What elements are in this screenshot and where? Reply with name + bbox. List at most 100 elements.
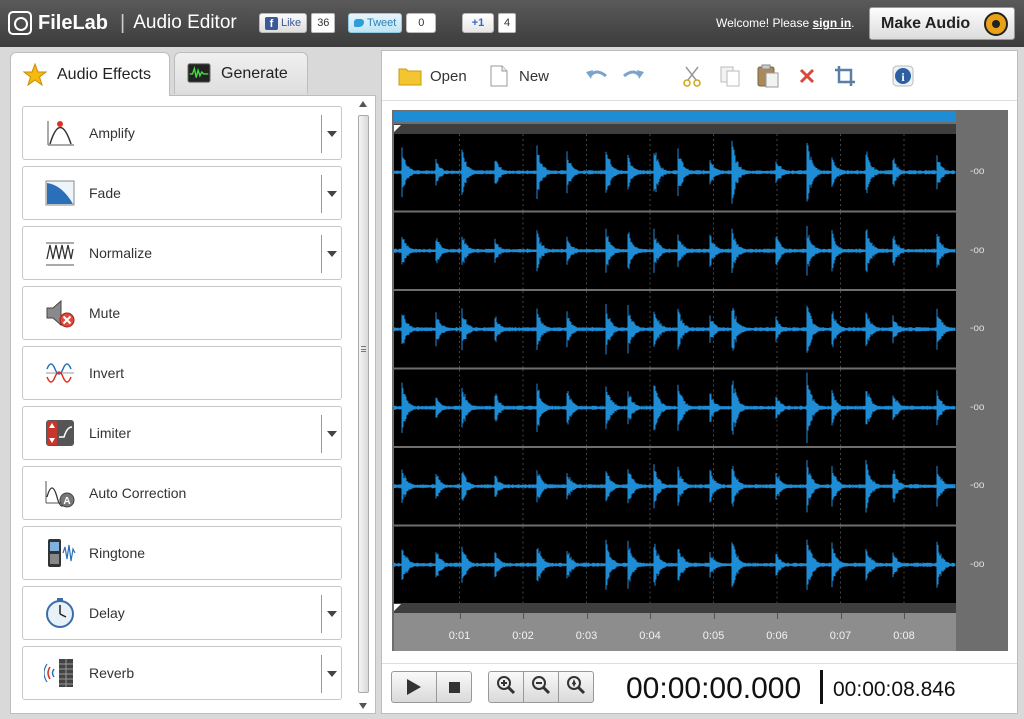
time-tick	[650, 613, 651, 619]
channel-2-db-label: -oo	[970, 244, 985, 256]
time-tick	[777, 613, 778, 619]
waveform-display[interactable]: -oo -oo -oo -oo -oo -oo 0:01 0:02 0:03 0:04 0:05 0…	[392, 110, 1008, 651]
delete-button[interactable]	[795, 63, 819, 89]
time-tick-label: 0:05	[702, 630, 725, 642]
time-tick-label: 0:02	[512, 630, 534, 642]
copy-button[interactable]	[718, 63, 742, 89]
effect-amplify[interactable]: Amplify	[22, 106, 342, 160]
transport-bar: 00:00:00.000 00:00:08.846	[382, 663, 1017, 713]
effect-delay-label: Delay	[89, 605, 125, 621]
effect-auto-correction[interactable]: A Auto Correction	[22, 466, 342, 520]
effect-reverb[interactable]: Reverb	[22, 646, 342, 700]
paste-button[interactable]	[756, 63, 780, 89]
redo-button[interactable]	[622, 63, 646, 89]
time-ruler[interactable]: 0:01 0:02 0:03 0:04 0:05 0:06 0:07 0:08	[394, 613, 956, 651]
new-button[interactable]: New	[487, 63, 549, 89]
zoom-out-button[interactable]	[523, 671, 559, 703]
editor-toolbar: Open New i	[382, 51, 1017, 101]
tweet-button[interactable]: Tweet	[348, 13, 403, 33]
svg-text:A: A	[63, 496, 70, 507]
welcome-prefix: Welcome! Please	[716, 16, 813, 30]
filelab-logo[interactable]: FileLab | Audio Editor	[8, 9, 237, 37]
tab-generate-label: Generate	[221, 64, 288, 82]
effect-normalize-dropdown[interactable]	[321, 235, 341, 273]
folder-icon	[398, 64, 422, 88]
effect-ringtone[interactable]: Ringtone	[22, 526, 342, 580]
tab-audio-effects[interactable]: Audio Effects	[10, 52, 170, 96]
facebook-like-button[interactable]: f Like	[259, 13, 308, 33]
stop-button[interactable]	[436, 671, 472, 703]
undo-button[interactable]	[584, 63, 608, 89]
amplify-icon	[43, 116, 77, 150]
redo-icon	[622, 64, 646, 88]
start-marker-top[interactable]	[394, 124, 956, 134]
zoom-fit-icon	[566, 675, 586, 700]
effect-reverb-dropdown[interactable]	[321, 655, 341, 693]
cut-icon	[680, 64, 704, 88]
undo-icon	[584, 64, 608, 88]
sign-in-link[interactable]: sign in	[813, 16, 852, 30]
make-audio-button[interactable]: Make Audio	[869, 7, 1015, 40]
time-tick-label: 0:04	[639, 630, 661, 642]
facebook-like-count: 36	[311, 13, 336, 33]
zoom-fit-button[interactable]	[558, 671, 594, 703]
scroll-up-arrow-icon[interactable]	[359, 101, 367, 107]
effect-mute[interactable]: Mute	[22, 286, 342, 340]
zoom-in-button[interactable]	[488, 671, 524, 703]
selection-bar[interactable]	[394, 111, 956, 122]
google-plus-one-button[interactable]: +1	[462, 13, 494, 33]
crop-button[interactable]	[833, 63, 857, 89]
effect-delay[interactable]: Delay	[22, 586, 342, 640]
scroll-down-arrow-icon[interactable]	[359, 703, 367, 709]
fade-icon	[43, 176, 77, 210]
reverb-icon	[43, 656, 77, 690]
new-label: New	[519, 67, 550, 85]
channel-4-db-label: -oo	[970, 401, 985, 413]
brand-name: FileLab	[38, 11, 109, 34]
effect-fade[interactable]: Fade	[22, 166, 342, 220]
start-marker-bottom[interactable]	[394, 603, 956, 613]
delete-icon	[795, 64, 819, 88]
time-tick	[840, 613, 842, 619]
channel-3-db-label: -oo	[970, 323, 985, 335]
time-tick	[713, 613, 715, 619]
effect-fade-dropdown[interactable]	[321, 175, 341, 213]
open-button[interactable]: Open	[398, 63, 467, 89]
cut-button[interactable]	[680, 63, 704, 89]
effect-invert[interactable]: Invert	[22, 346, 342, 400]
stop-icon	[448, 681, 460, 693]
new-file-icon	[487, 64, 511, 88]
total-time-display: 00:00:08.846	[833, 678, 956, 701]
waveform-channels[interactable]	[394, 134, 956, 603]
editor-panel: Open New i -oo -oo -oo -oo -oo -oo 0:01 …	[381, 50, 1018, 714]
scrollbar-thumb[interactable]	[358, 115, 369, 693]
effects-list: Amplify Fade Normalize Mute Invert Limit…	[10, 95, 376, 714]
tab-generate[interactable]: Generate	[174, 52, 308, 94]
twitter-bird-icon	[354, 19, 364, 27]
app-header: FileLab | Audio Editor f Like 36 Tweet 0…	[0, 0, 1024, 47]
effects-scrollbar[interactable]	[356, 101, 371, 709]
effect-fade-label: Fade	[89, 185, 121, 201]
paste-icon	[756, 64, 780, 88]
effect-limiter-dropdown[interactable]	[321, 415, 341, 453]
effect-limiter[interactable]: Limiter	[22, 406, 342, 460]
effect-amplify-dropdown[interactable]	[321, 115, 341, 153]
play-button[interactable]	[391, 671, 437, 703]
title-separator: |	[120, 11, 126, 34]
welcome-message: Welcome! Please sign in.	[716, 16, 855, 30]
effect-normalize-label: Normalize	[89, 245, 153, 261]
effect-limiter-label: Limiter	[89, 425, 132, 441]
facebook-like-label: Like	[281, 17, 302, 29]
tweet-label: Tweet	[367, 17, 397, 29]
google-plus-count: 4	[498, 13, 517, 33]
info-button[interactable]: i	[891, 63, 915, 89]
facebook-icon: f	[265, 16, 278, 30]
filelab-logo-icon	[8, 11, 32, 35]
make-audio-label: Make Audio	[881, 14, 971, 32]
scroll-grip-icon	[361, 346, 366, 352]
effect-delay-dropdown[interactable]	[321, 595, 341, 633]
tweet-count: 0	[406, 13, 437, 33]
mute-icon	[43, 296, 77, 330]
effect-normalize[interactable]: Normalize	[22, 226, 342, 280]
open-label: Open	[430, 67, 467, 85]
